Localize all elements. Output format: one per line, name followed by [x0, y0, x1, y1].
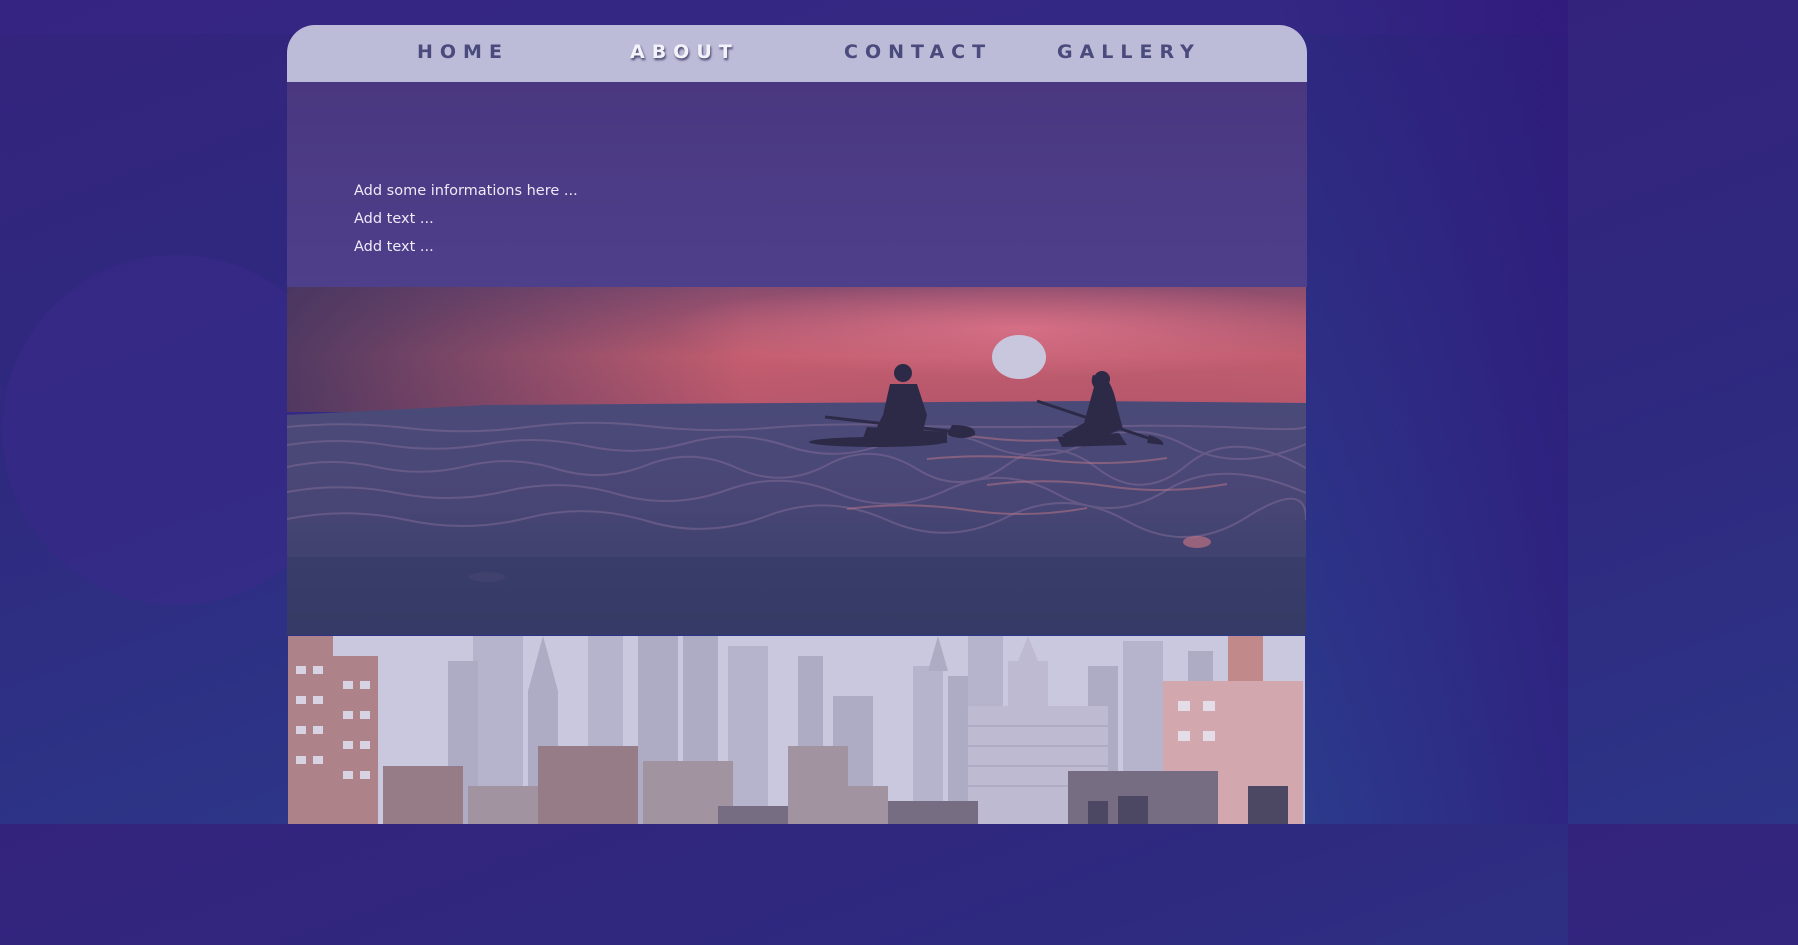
nav-about[interactable]: ABOUT	[630, 25, 739, 82]
info-text: Add some informations here ...	[354, 183, 578, 199]
city-skyline-photo	[288, 636, 1305, 824]
page-container: HOME ABOUT CONTACT GALLERY Add some info…	[287, 25, 1307, 824]
nav-home[interactable]: HOME	[417, 25, 509, 82]
nav-gallery[interactable]: GALLERY	[1057, 25, 1201, 82]
sunset-paddleboard-photo	[287, 287, 1306, 635]
info-text: Add text ...	[354, 239, 434, 255]
navbar: HOME ABOUT CONTACT GALLERY	[287, 25, 1307, 82]
info-text: Add text ...	[354, 211, 434, 227]
nav-contact[interactable]: CONTACT	[844, 25, 992, 82]
info-panel: Add some informations here ... Add text …	[287, 82, 1307, 287]
